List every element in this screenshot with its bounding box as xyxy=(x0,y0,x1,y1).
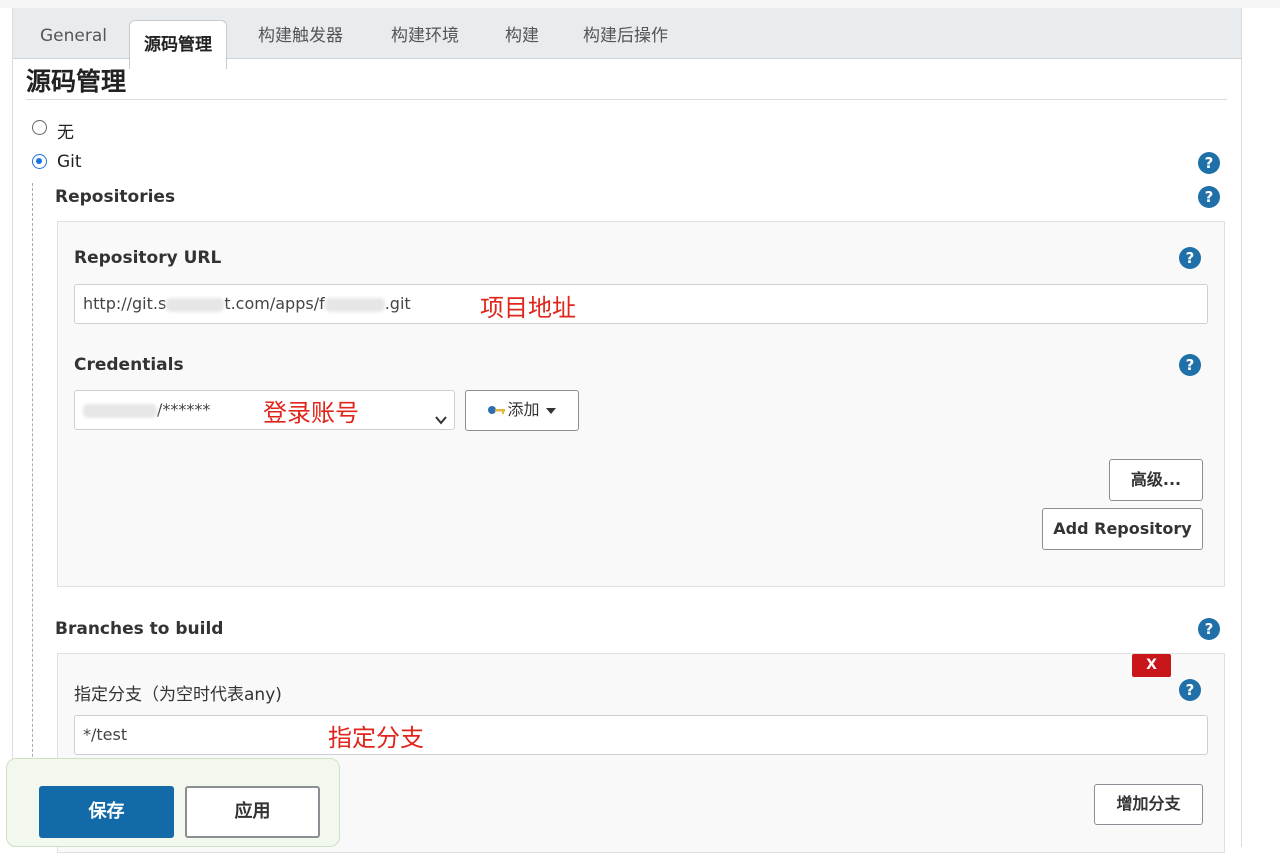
top-strip xyxy=(0,0,1280,8)
repository-url-help-icon[interactable]: ? xyxy=(1179,247,1201,269)
branch-specifier-help-icon[interactable]: ? xyxy=(1179,679,1201,701)
url-text-middle: t.com/apps/f xyxy=(224,294,325,313)
tab-post-build-actions[interactable]: 构建后操作 xyxy=(569,18,682,60)
tab-build-environment[interactable]: 构建环境 xyxy=(377,18,473,60)
repositories-help-icon[interactable]: ? xyxy=(1198,186,1220,208)
chevron-down-icon xyxy=(434,403,448,441)
scm-git-label: Git xyxy=(57,152,82,172)
url-annotation: 项目地址 xyxy=(480,294,576,322)
advanced-button[interactable]: 高级... xyxy=(1109,459,1203,501)
repository-url-input[interactable]: http://git.s t.com/apps/f .git xyxy=(74,284,1208,324)
credentials-annotation: 登录账号 xyxy=(263,399,359,427)
credentials-label: Credentials xyxy=(74,355,184,375)
git-help-icon[interactable]: ? xyxy=(1198,152,1220,174)
tab-build-triggers[interactable]: 构建触发器 xyxy=(244,18,357,60)
section-divider xyxy=(26,99,1227,100)
add-branch-button[interactable]: 增加分支 xyxy=(1094,784,1203,825)
redacted-url-segment xyxy=(324,297,385,312)
redacted-username xyxy=(83,403,157,418)
repository-url-label: Repository URL xyxy=(74,248,222,268)
tab-build[interactable]: 构建 xyxy=(491,18,553,60)
section-title: 源码管理 xyxy=(26,67,127,96)
key-icon xyxy=(487,392,507,430)
tab-source-code-management[interactable]: 源码管理 xyxy=(129,20,227,69)
branches-help-icon[interactable]: ? xyxy=(1198,618,1220,640)
redacted-url-segment xyxy=(166,297,225,312)
repositories-label: Repositories xyxy=(55,187,176,207)
tab-general[interactable]: General xyxy=(26,18,121,60)
branches-label: Branches to build xyxy=(55,619,224,639)
add-credentials-label: 添加 xyxy=(507,400,540,419)
branch-specifier-input[interactable]: */test xyxy=(74,715,1208,755)
scm-none-label: 无 xyxy=(57,123,74,143)
caret-down-icon xyxy=(545,392,557,430)
apply-button[interactable]: 应用 xyxy=(185,786,320,838)
nesting-guide xyxy=(32,183,33,847)
url-text-end: .git xyxy=(384,294,411,313)
credentials-value: /****** xyxy=(157,400,211,419)
delete-branch-button[interactable]: X xyxy=(1132,654,1171,677)
scm-git-radio[interactable] xyxy=(32,154,47,169)
add-credentials-button[interactable]: 添加 xyxy=(465,390,579,431)
scm-none-radio[interactable] xyxy=(32,120,47,135)
branch-annotation: 指定分支 xyxy=(328,724,424,752)
url-text-start: http://git.s xyxy=(83,294,167,313)
branch-specifier-label: 指定分支（为空时代表any) xyxy=(74,685,282,705)
add-repository-button[interactable]: Add Repository xyxy=(1042,508,1203,550)
save-button[interactable]: 保存 xyxy=(39,786,174,838)
credentials-help-icon[interactable]: ? xyxy=(1179,354,1201,376)
tab-bar: General 源码管理 构建触发器 构建环境 构建 构建后操作 xyxy=(13,8,1241,69)
